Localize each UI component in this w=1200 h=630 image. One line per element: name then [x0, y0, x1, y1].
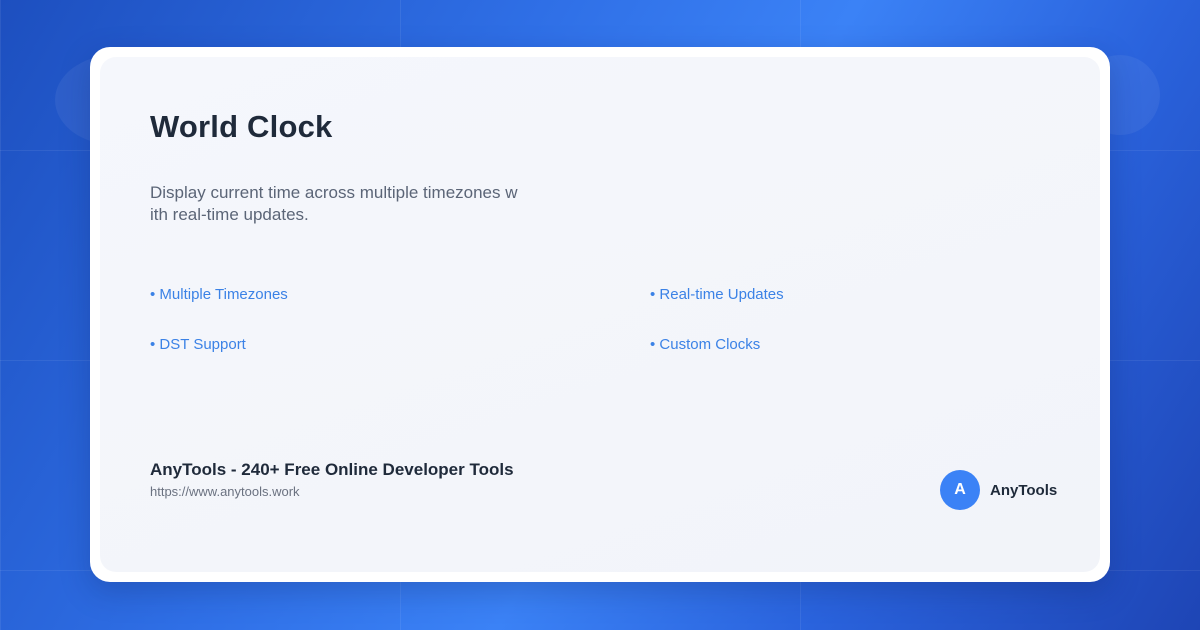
feature-dst-support: • DST Support	[150, 336, 246, 353]
tool-description: Display current time across multiple tim…	[150, 183, 518, 224]
brand-name: AnyTools	[990, 481, 1058, 499]
brand-avatar: A	[940, 470, 980, 510]
page-title: World Clock	[150, 109, 333, 144]
site-url[interactable]: https://www.anytools.work	[150, 484, 300, 499]
feature-real-time-updates: • Real-time Updates	[650, 286, 784, 303]
brand-badge: A AnyTools	[940, 470, 1057, 510]
feature-custom-clocks: • Custom Clocks	[650, 336, 761, 353]
tool-card-body: World Clock Display current time across …	[100, 57, 1100, 572]
tool-card: World Clock Display current time across …	[90, 47, 1110, 582]
feature-multiple-timezones: • Multiple Timezones	[150, 286, 288, 303]
site-title: AnyTools - 240+ Free Online Developer To…	[150, 460, 514, 479]
